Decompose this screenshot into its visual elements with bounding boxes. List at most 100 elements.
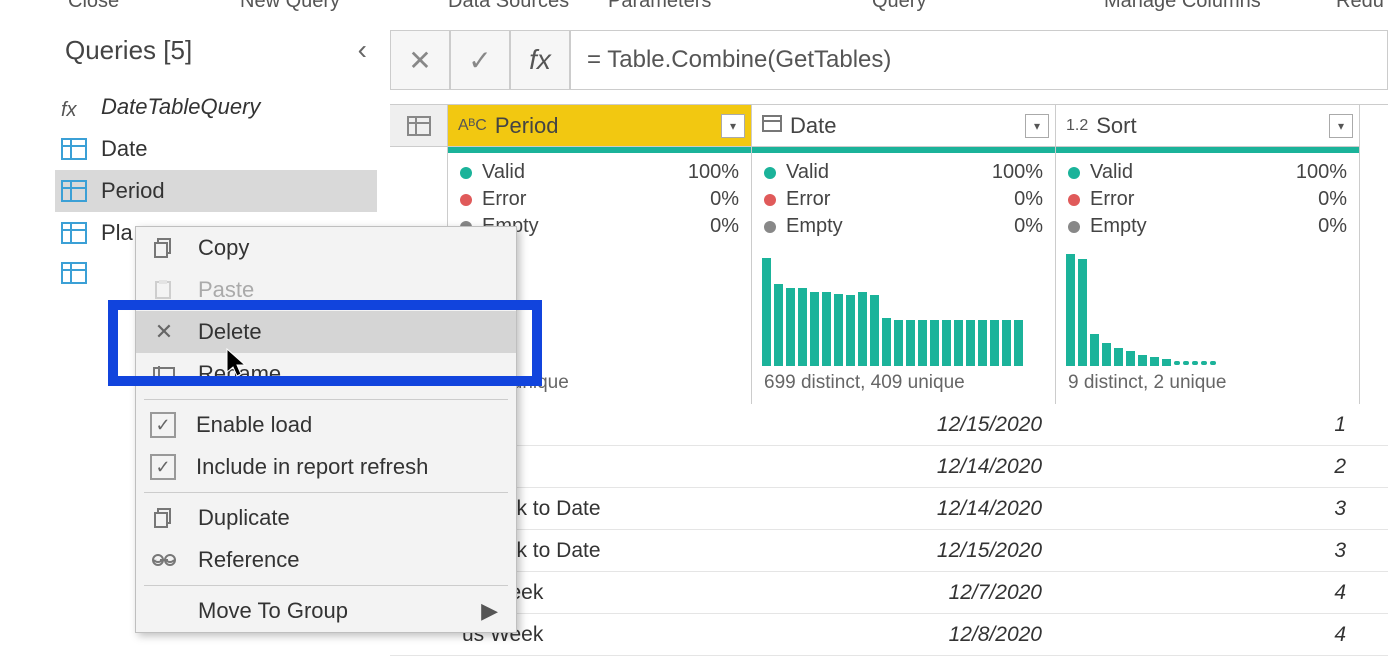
cell: 3: [1056, 539, 1360, 563]
table-row[interactable]: day12/14/20202: [390, 446, 1388, 488]
query-item-period[interactable]: Period: [55, 170, 377, 212]
formula-bar: ✕ ✓ fx = Table.Combine(GetTables): [390, 30, 1388, 90]
stat-valid-value: 100%: [688, 161, 739, 184]
blank-icon: [150, 599, 178, 623]
query-label: DateTableQuery: [101, 94, 260, 120]
paste-icon: [150, 278, 178, 302]
stat-empty-value: 0%: [1014, 215, 1043, 238]
column-header-period[interactable]: AᴮC Period ▾: [448, 105, 751, 147]
fx-icon: [61, 96, 87, 118]
table-icon: [61, 222, 87, 244]
cell: 12/14/2020: [752, 455, 1056, 479]
table-row[interactable]: us Week12/7/20204: [390, 572, 1388, 614]
distinct-label: 699 distinct, 409 unique: [752, 366, 1055, 404]
ctx-label: Include in report refresh: [196, 454, 428, 480]
query-label: Pla: [101, 220, 133, 246]
ctx-copy[interactable]: Copy: [136, 227, 516, 269]
ribbon-data-sources[interactable]: Data Sources: [448, 0, 569, 13]
query-item-date[interactable]: Date: [55, 128, 377, 170]
stat-error-label: Error: [482, 188, 526, 211]
submenu-arrow-icon: ▶: [481, 598, 498, 624]
ctx-delete[interactable]: ✕ Delete: [136, 311, 516, 353]
stat-valid-label: Valid: [1090, 161, 1133, 184]
stat-empty-value: 0%: [710, 215, 739, 238]
table-icon: [61, 180, 87, 202]
query-label: Period: [101, 178, 165, 204]
context-menu: Copy Paste ✕ Delete Rename ✓ Enable load…: [135, 226, 517, 633]
ctx-label: Delete: [198, 319, 262, 345]
stat-valid-value: 100%: [1296, 161, 1347, 184]
cell: 1: [1056, 413, 1360, 437]
ctx-label: Paste: [198, 277, 254, 303]
ctx-include-refresh[interactable]: ✓ Include in report refresh: [136, 446, 516, 488]
ctx-rename[interactable]: Rename: [136, 353, 516, 395]
cell: 3: [1056, 497, 1360, 521]
queries-title: Queries [5]: [65, 35, 192, 66]
ctx-label: Copy: [198, 235, 249, 261]
ribbon-parameters[interactable]: Parameters: [608, 0, 711, 13]
stat-valid-label: Valid: [482, 161, 525, 184]
stat-valid-value: 100%: [992, 161, 1043, 184]
sparkline: [752, 246, 1055, 366]
ctx-reference[interactable]: Reference: [136, 539, 516, 581]
close-icon: ✕: [150, 320, 178, 344]
collapse-icon[interactable]: ‹: [358, 34, 367, 66]
main-area: ✕ ✓ fx = Table.Combine(GetTables) AᴮC Pe…: [390, 30, 1388, 656]
filter-dropdown-icon[interactable]: ▾: [1329, 114, 1353, 138]
select-all-column[interactable]: [390, 105, 448, 147]
table-row[interactable]: t Week to Date12/14/20203: [390, 488, 1388, 530]
ctx-paste: Paste: [136, 269, 516, 311]
stat-empty-value: 0%: [1318, 215, 1347, 238]
sparkline: [1056, 246, 1359, 366]
cell: 12/15/2020: [752, 539, 1056, 563]
cell: 12/14/2020: [752, 497, 1056, 521]
stat-empty-label: Empty: [786, 215, 843, 238]
link-icon: [150, 548, 178, 572]
cell: 2: [1056, 455, 1360, 479]
column-date: Date ▾: [752, 105, 1056, 147]
formula-input[interactable]: = Table.Combine(GetTables): [570, 30, 1388, 90]
filter-dropdown-icon[interactable]: ▾: [1025, 114, 1049, 138]
query-item-datetablequery[interactable]: DateTableQuery: [55, 86, 377, 128]
stat-valid-label: Valid: [786, 161, 829, 184]
table-row[interactable]: t Week to Date12/15/20203: [390, 530, 1388, 572]
ctx-label: Duplicate: [198, 505, 290, 531]
ctx-enable-load[interactable]: ✓ Enable load: [136, 404, 516, 446]
ctx-move-to-group[interactable]: Move To Group ▶: [136, 590, 516, 632]
cell: 12/8/2020: [752, 623, 1056, 647]
type-text-icon: AᴮC: [458, 117, 487, 135]
stat-error-label: Error: [786, 188, 830, 211]
table-row[interactable]: us Week12/8/20204: [390, 614, 1388, 656]
fx-button[interactable]: fx: [510, 30, 570, 90]
column-name: Date: [790, 113, 1025, 139]
column-period: AᴮC Period ▾: [448, 105, 752, 147]
ribbon-manage-columns[interactable]: Manage Columns: [1104, 0, 1261, 13]
checkbox-checked-icon: ✓: [150, 412, 176, 438]
distinct-label: 9 distinct, 2 unique: [1056, 366, 1359, 404]
rename-icon: [150, 362, 178, 386]
table-row[interactable]: 12/15/20201: [390, 404, 1388, 446]
copy-icon: [150, 236, 178, 260]
table-icon: [61, 138, 87, 160]
column-header-date[interactable]: Date ▾: [752, 105, 1055, 147]
header-row: AᴮC Period ▾ Date ▾ 1.2 Sort ▾: [390, 105, 1388, 147]
ribbon-reduce[interactable]: Redu: [1336, 0, 1384, 13]
cancel-formula-button[interactable]: ✕: [390, 30, 450, 90]
ribbon-query[interactable]: Query: [872, 0, 926, 13]
column-header-sort[interactable]: 1.2 Sort ▾: [1056, 105, 1359, 147]
ctx-label: Rename: [198, 361, 281, 387]
ribbon-close[interactable]: Close: [68, 0, 119, 13]
accept-formula-button[interactable]: ✓: [450, 30, 510, 90]
filter-dropdown-icon[interactable]: ▾: [721, 114, 745, 138]
data-grid: AᴮC Period ▾ Date ▾ 1.2 Sort ▾: [390, 104, 1388, 656]
ctx-label: Reference: [198, 547, 300, 573]
type-number-icon: 1.2: [1066, 117, 1088, 135]
ribbon-new-query[interactable]: New Query: [240, 0, 340, 13]
column-sort: 1.2 Sort ▾: [1056, 105, 1360, 147]
column-stats: Valid100% Error0% Empty0%: [1056, 153, 1359, 246]
ctx-duplicate[interactable]: Duplicate: [136, 497, 516, 539]
column-stats: Valid100% Error0% Empty0%: [752, 153, 1055, 246]
separator: [144, 492, 508, 493]
query-label: Date: [101, 136, 147, 162]
stat-error-value: 0%: [1318, 188, 1347, 211]
